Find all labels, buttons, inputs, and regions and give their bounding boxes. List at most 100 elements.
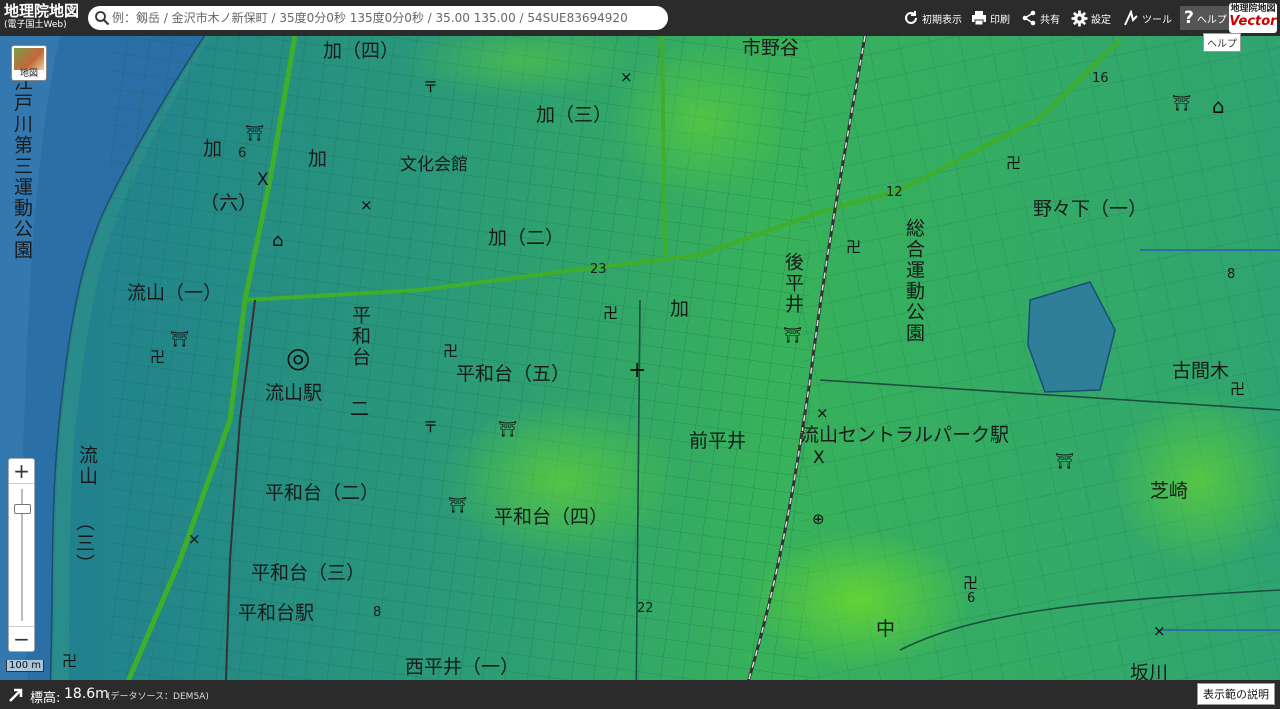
label-sogo-park: 総合運動公園 — [903, 218, 925, 344]
label-heiwadai5: 平和台（五） — [456, 363, 571, 385]
health-center-icon: ⊕ — [812, 510, 825, 528]
label-koganeki: 古間木 — [1172, 360, 1230, 382]
label-nagareyama3: 流山 — [76, 445, 98, 487]
gear-icon — [1071, 10, 1088, 26]
label-nagareyama1: 流山（一） — [127, 282, 223, 304]
search-input[interactable] — [112, 8, 660, 28]
label-ka6: 加 — [203, 138, 223, 160]
settings-button[interactable]: 設定 — [1071, 6, 1111, 30]
school-icon: × — [188, 530, 201, 548]
spot-height-22: 22 — [637, 601, 654, 616]
school-icon: × — [620, 68, 633, 86]
zoom-slider-handle[interactable] — [14, 504, 31, 514]
police-icon: X — [257, 170, 269, 190]
status-bar: 標高: 18.6m (データソース：DEM5A) — [0, 680, 1280, 709]
zoom-in-button[interactable]: + — [9, 459, 34, 484]
elevation-data-source: (データソース：DEM5A) — [107, 692, 209, 702]
spot-height-23: 23 — [590, 262, 607, 277]
temple-icon: 卍 — [963, 574, 979, 592]
label-ichinoya: 市野谷 — [742, 37, 800, 59]
temple-icon: 卍 — [1230, 380, 1246, 398]
vector-map-link[interactable]: 地理院地図 Vector — [1229, 3, 1277, 33]
label-spot-6a: 6 — [238, 146, 247, 161]
reset-view-button[interactable]: 初期表示 — [903, 6, 962, 30]
label-edo-river-park: 江戸川第三運動公園 — [11, 72, 33, 261]
label-heiwadai3: 平和台（三） — [251, 562, 366, 584]
refresh-icon — [905, 11, 917, 24]
share-icon — [1022, 10, 1036, 26]
app-logo[interactable]: 地理院地図 (電子国土Web) — [4, 3, 84, 31]
label-atohirai: 後平井 — [782, 252, 804, 315]
post-office-icon: 〒 — [423, 78, 439, 96]
shrine-icon: ⛩ — [448, 496, 468, 514]
label-naka: 中 — [876, 618, 896, 640]
zoom-out-button[interactable]: − — [9, 626, 34, 651]
layer-switch-button[interactable]: 地図 — [11, 45, 47, 81]
spot-height-8a: 8 — [1227, 267, 1236, 282]
label-ka-center: 加 — [670, 298, 690, 320]
header-bar: 地理院地図 (電子国土Web) 初期表示 印刷 共有 設定 ツール ? ヘルプ … — [0, 0, 1280, 36]
label-bunka: 文化会館 — [400, 155, 468, 175]
temple-icon: 卍 — [150, 348, 166, 366]
expand-arrow-icon[interactable] — [8, 687, 24, 703]
search-box — [88, 6, 668, 30]
label-ka4: 加（四） — [323, 40, 400, 62]
label-ka2: 加（二） — [488, 227, 565, 249]
label-maehirai: 前平井 — [689, 430, 747, 452]
temple-icon: 卍 — [846, 238, 862, 256]
app-title: 地理院地図 — [4, 2, 80, 20]
elevation-value: 18.6m — [64, 686, 109, 702]
school-icon: × — [1153, 622, 1166, 640]
help-tooltip: ヘルプ — [1203, 33, 1241, 52]
elevation-label: 標高: — [30, 691, 61, 706]
post-office-icon: 〒 — [423, 418, 439, 436]
label-nagareyama-station: 流山駅 — [265, 382, 323, 404]
label-nagareyama3-suffix: （三） — [73, 512, 95, 575]
search-icon — [95, 11, 110, 26]
label-ka3: 加（三） — [536, 104, 613, 126]
spot-height-6: 6 — [967, 591, 976, 606]
printer-icon — [972, 11, 986, 26]
print-button[interactable]: 印刷 — [971, 6, 1010, 30]
shrine-icon: ⛩ — [170, 330, 190, 348]
spot-height-12: 12 — [886, 185, 903, 200]
museum-icon: ⌂ — [272, 230, 284, 251]
scale-bar: 100 m — [6, 660, 45, 672]
shrine-icon: ⛩ — [1172, 94, 1192, 112]
app-subtitle: (電子国土Web) — [4, 20, 67, 30]
school-icon: × — [360, 196, 373, 214]
map-canvas[interactable]: 江戸川第三運動公園 加（四） 加 （六） 6 加 文化会館 加（三） 加（二） … — [0, 0, 1280, 709]
spot-height-16: 16 — [1092, 71, 1109, 86]
label-central-park-station: 流山セントラルパーク駅 — [800, 424, 1010, 446]
legend-explanation-button[interactable]: 表示範の説明 — [1197, 683, 1275, 705]
help-icon: ? — [1184, 8, 1194, 28]
help-label: ヘルプ — [1196, 14, 1227, 26]
shrine-icon: ⛩ — [1055, 452, 1075, 470]
share-button[interactable]: 共有 — [1021, 6, 1060, 30]
label-nishihirai1: 西平井（一） — [405, 656, 520, 678]
city-hall-icon: ◎ — [286, 341, 311, 374]
reset-view-label: 初期表示 — [922, 14, 962, 26]
tools-label: ツール — [1142, 14, 1172, 26]
tools-icon — [1124, 10, 1138, 26]
label-heiwadai2: 平和台（二） — [265, 482, 380, 504]
label-ka6-suffix: （六） — [200, 192, 258, 214]
label-ka: 加 — [308, 148, 328, 170]
label-heiwadai-station: 平和台駅 — [238, 602, 315, 624]
temple-icon: 卍 — [62, 652, 78, 670]
label-nonoshita1: 野々下（一） — [1033, 198, 1148, 220]
shrine-icon: ⛩ — [498, 420, 518, 438]
label-shibasaki: 芝崎 — [1150, 480, 1189, 502]
settings-label: 設定 — [1091, 14, 1111, 26]
tools-button[interactable]: ツール — [1123, 6, 1172, 30]
help-button[interactable]: ? ヘルプ — [1180, 6, 1231, 30]
museum-icon: ⌂ — [1212, 94, 1225, 118]
label-heiwadai: 平和台 — [349, 305, 371, 368]
layer-label: 地図 — [19, 69, 38, 79]
shrine-icon: ⛩ — [245, 124, 265, 142]
vector-logo-line2: Vector — [1229, 14, 1277, 29]
print-label: 印刷 — [990, 14, 1010, 26]
spot-height-8b: 8 — [373, 605, 382, 620]
label-heiwadai4: 平和台（四） — [494, 506, 609, 528]
share-label: 共有 — [1040, 14, 1060, 26]
